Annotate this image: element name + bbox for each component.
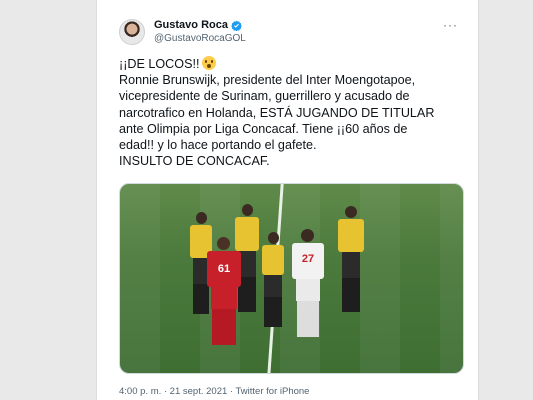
avatar[interactable] xyxy=(119,19,145,45)
author-handle[interactable]: @GustavoRocaGOL xyxy=(154,33,246,44)
tweet-line: narcotrafico en Holanda, ESTÁ JUGANDO DE… xyxy=(119,105,435,120)
tweet-line: ante Olimpia por Liga Concacaf. Tiene ¡¡… xyxy=(119,121,408,136)
tweet-line: edad!! y lo hace portando el gafete. xyxy=(119,138,317,153)
tweet-card: Gustavo Roca @GustavoRocaGOL ··· ¡¡DE LO… xyxy=(96,0,479,400)
astonished-face-emoji-icon xyxy=(202,56,217,70)
tweet-photo[interactable]: 61 27 xyxy=(119,183,464,374)
tweet-line: Ronnie Brunswijk, presidente del Inter M… xyxy=(119,73,416,88)
author-name[interactable]: Gustavo Roca xyxy=(154,19,228,31)
tweet-text: ¡¡DE LOCOS!! Ronnie Brunswijk, president… xyxy=(119,56,469,169)
more-options-icon[interactable]: ··· xyxy=(443,18,458,32)
tweet-timestamp[interactable]: 4:00 p. m. · 21 sept. 2021 · Twitter for… xyxy=(119,386,309,397)
tweet-line: INSULTO DE CONCACAF. xyxy=(119,154,270,169)
player-red-61: 61 xyxy=(206,237,242,349)
tweet-line: vicepresidente de Surinam, guerrillero y… xyxy=(119,89,410,104)
referee-figure xyxy=(260,232,286,332)
tweet-line: ¡¡DE LOCOS!! xyxy=(119,56,469,72)
player-white-27: 27 xyxy=(291,229,325,344)
verified-badge-icon xyxy=(231,20,242,31)
author-row: Gustavo Roca xyxy=(154,19,242,31)
referee-figure xyxy=(336,206,366,318)
